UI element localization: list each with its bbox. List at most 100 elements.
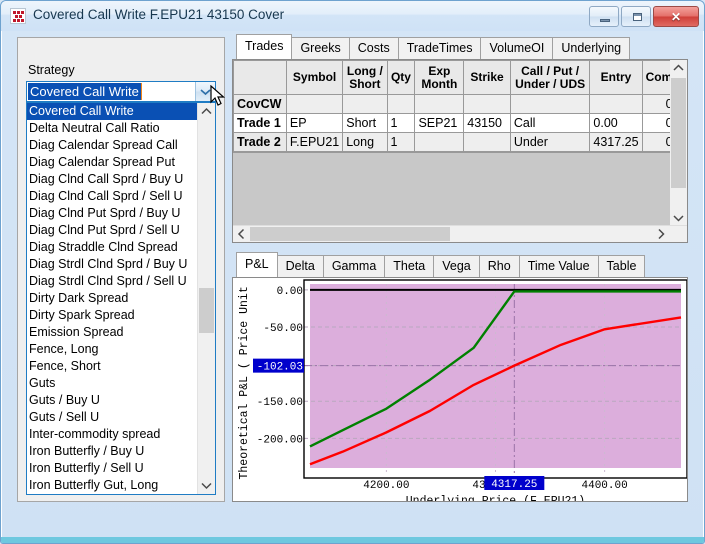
chart-tabstrip[interactable]: P&LDeltaGammaThetaVegaRhoTime ValueTable xyxy=(236,255,644,277)
grid-vertical-scroll-thumb[interactable] xyxy=(671,78,686,188)
screenshot-root: Covered Call Write F.EPU21 43150 Cover ✕… xyxy=(0,0,705,544)
strategy-dropdown-scrollbar[interactable] xyxy=(197,103,215,494)
tab-delta[interactable]: Delta xyxy=(277,255,324,277)
strategy-list-item[interactable]: Iron Butterfly / Sell U xyxy=(27,460,198,477)
strategy-list-item[interactable]: Fence, Short xyxy=(27,358,198,375)
pnl-chart[interactable]: 0.00-50.00-102.03-150.00-200.004200.0043… xyxy=(233,278,687,501)
window-title: Covered Call Write F.EPU21 43150 Cover xyxy=(33,7,284,22)
tab-table[interactable]: Table xyxy=(598,255,646,277)
tab-time-value[interactable]: Time Value xyxy=(519,255,599,277)
grid-empty-area xyxy=(233,152,670,226)
trades-tabstrip[interactable]: TradesGreeksCostsTradeTimesVolumeOIUnder… xyxy=(236,37,629,59)
cell-symbol[interactable]: EP xyxy=(286,114,342,133)
strategy-list-item[interactable]: Diag Clnd Put Sprd / Buy U xyxy=(27,205,198,222)
cell-type[interactable] xyxy=(510,95,590,114)
cell-strike[interactable] xyxy=(464,133,511,152)
cell-entry[interactable] xyxy=(590,95,642,114)
tab-trades[interactable]: Trades xyxy=(236,34,292,59)
chevron-up-icon[interactable] xyxy=(670,60,687,76)
strategy-list-item[interactable]: Diag Clnd Call Sprd / Sell U xyxy=(27,188,198,205)
cell-type[interactable]: Under xyxy=(510,133,590,152)
cell-entry[interactable]: 4317.25 xyxy=(590,133,642,152)
strategy-list-item[interactable]: Guts xyxy=(27,375,198,392)
strategy-list-item[interactable]: Guts / Sell U xyxy=(27,409,198,426)
tab-underlying[interactable]: Underlying xyxy=(552,37,630,59)
cell-symbol[interactable] xyxy=(286,95,342,114)
strategy-list-item[interactable]: Diag Calendar Spread Call xyxy=(27,137,198,154)
strategy-list-item[interactable]: Dirty Dark Spread xyxy=(27,290,198,307)
column-header[interactable]: ExpMonth xyxy=(415,61,464,95)
row-label[interactable]: CovCW xyxy=(234,95,287,114)
title-bar[interactable]: Covered Call Write F.EPU21 43150 Cover ✕ xyxy=(1,1,704,31)
strategy-list-item[interactable]: Diag Strdl Clnd Sprd / Buy U xyxy=(27,256,198,273)
strategy-list-item[interactable]: Delta Neutral Call Ratio xyxy=(27,120,198,137)
maximize-button[interactable] xyxy=(621,6,651,27)
tab-gamma[interactable]: Gamma xyxy=(323,255,385,277)
chevron-down-icon[interactable] xyxy=(198,477,215,494)
cell-exp-month[interactable] xyxy=(415,95,464,114)
grid-vertical-scrollbar[interactable] xyxy=(670,60,687,226)
strategy-list-item[interactable]: Diag Clnd Put Sprd / Sell U xyxy=(27,222,198,239)
cell-exp-month[interactable] xyxy=(415,133,464,152)
strategy-dropdown-list[interactable]: Covered Call WriteDelta Neutral Call Rat… xyxy=(26,102,216,495)
strategy-list-item[interactable]: Diag Clnd Call Sprd / Buy U xyxy=(27,171,198,188)
cell-type[interactable]: Call xyxy=(510,114,590,133)
cell-strike[interactable]: 43150 xyxy=(464,114,511,133)
strategy-list-item[interactable]: Iron Butterfly Gut, Long xyxy=(27,477,198,494)
strategy-list-item[interactable]: Diag Calendar Spread Put xyxy=(27,154,198,171)
strategy-dropdown-scroll-thumb[interactable] xyxy=(199,288,214,333)
tab-greeks[interactable]: Greeks xyxy=(291,37,349,59)
column-header[interactable]: Qty xyxy=(387,61,415,95)
chevron-right-icon[interactable] xyxy=(653,226,670,242)
cell-exp-month[interactable]: SEP21 xyxy=(415,114,464,133)
table-row[interactable]: Trade 2F.EPU21Long1Under4317.250.0 xyxy=(234,133,687,152)
strategy-list-item[interactable]: Covered Call Write xyxy=(27,103,198,120)
strategy-list-item[interactable]: Inter-commodity spread xyxy=(27,426,198,443)
column-header[interactable]: Long /Short xyxy=(343,61,387,95)
strategy-list-item[interactable]: Iron Butterfly / Buy U xyxy=(27,443,198,460)
strategy-list-item[interactable]: Fence, Long xyxy=(27,341,198,358)
trades-table[interactable]: SymbolLong /ShortQtyExpMonthStrikeCall /… xyxy=(233,60,687,152)
close-button[interactable]: ✕ xyxy=(653,6,699,27)
cell-entry[interactable]: 0.00 xyxy=(590,114,642,133)
strategy-list-item[interactable]: Diag Strdl Clnd Sprd / Sell U xyxy=(27,273,198,290)
cell-long-short[interactable] xyxy=(343,95,387,114)
strategy-list-item[interactable]: Emission Spread xyxy=(27,324,198,341)
chevron-down-icon[interactable] xyxy=(670,210,687,226)
column-header[interactable]: Symbol xyxy=(286,61,342,95)
cell-long-short[interactable]: Long xyxy=(343,133,387,152)
pnl-chart-panel[interactable]: 0.00-50.00-102.03-150.00-200.004200.0043… xyxy=(232,277,688,502)
row-label[interactable]: Trade 1 xyxy=(234,114,287,133)
tab-vega[interactable]: Vega xyxy=(433,255,480,277)
column-header[interactable] xyxy=(234,61,287,95)
chevron-up-glyph xyxy=(670,60,687,76)
row-label[interactable]: Trade 2 xyxy=(234,133,287,152)
cell-qty[interactable] xyxy=(387,95,415,114)
tab-tradetimes[interactable]: TradeTimes xyxy=(398,37,482,59)
column-header[interactable]: Call / Put /Under / UDS xyxy=(510,61,590,95)
table-row[interactable]: Trade 1EPShort1SEP2143150Call0.000.0 xyxy=(234,114,687,133)
strategy-list-item[interactable]: Guts / Buy U xyxy=(27,392,198,409)
grid-horizontal-scroll-thumb[interactable] xyxy=(250,227,450,241)
tab-volumeoi[interactable]: VolumeOI xyxy=(480,37,553,59)
cell-qty[interactable]: 1 xyxy=(387,114,415,133)
strategy-combobox[interactable]: Covered Call Write xyxy=(26,81,216,102)
tab-p-l[interactable]: P&L xyxy=(236,252,278,277)
grid-horizontal-scrollbar[interactable] xyxy=(233,225,687,242)
column-header[interactable]: Entry xyxy=(590,61,642,95)
minimize-button[interactable] xyxy=(589,6,619,27)
strategy-list-item[interactable]: Diag Straddle Clnd Spread xyxy=(27,239,198,256)
column-header[interactable]: Strike xyxy=(464,61,511,95)
cell-qty[interactable]: 1 xyxy=(387,133,415,152)
tab-theta[interactable]: Theta xyxy=(384,255,434,277)
chevron-left-icon[interactable] xyxy=(233,226,250,242)
cell-symbol[interactable]: F.EPU21 xyxy=(286,133,342,152)
table-row[interactable]: CovCW0.0 xyxy=(234,95,687,114)
strategy-list-item[interactable]: Dirty Spark Spread xyxy=(27,307,198,324)
tab-rho[interactable]: Rho xyxy=(479,255,520,277)
strategy-dropdown-items[interactable]: Covered Call WriteDelta Neutral Call Rat… xyxy=(27,103,198,494)
tab-costs[interactable]: Costs xyxy=(349,37,399,59)
trades-grid-panel[interactable]: SymbolLong /ShortQtyExpMonthStrikeCall /… xyxy=(232,59,688,243)
cell-strike[interactable] xyxy=(464,95,511,114)
cell-long-short[interactable]: Short xyxy=(343,114,387,133)
